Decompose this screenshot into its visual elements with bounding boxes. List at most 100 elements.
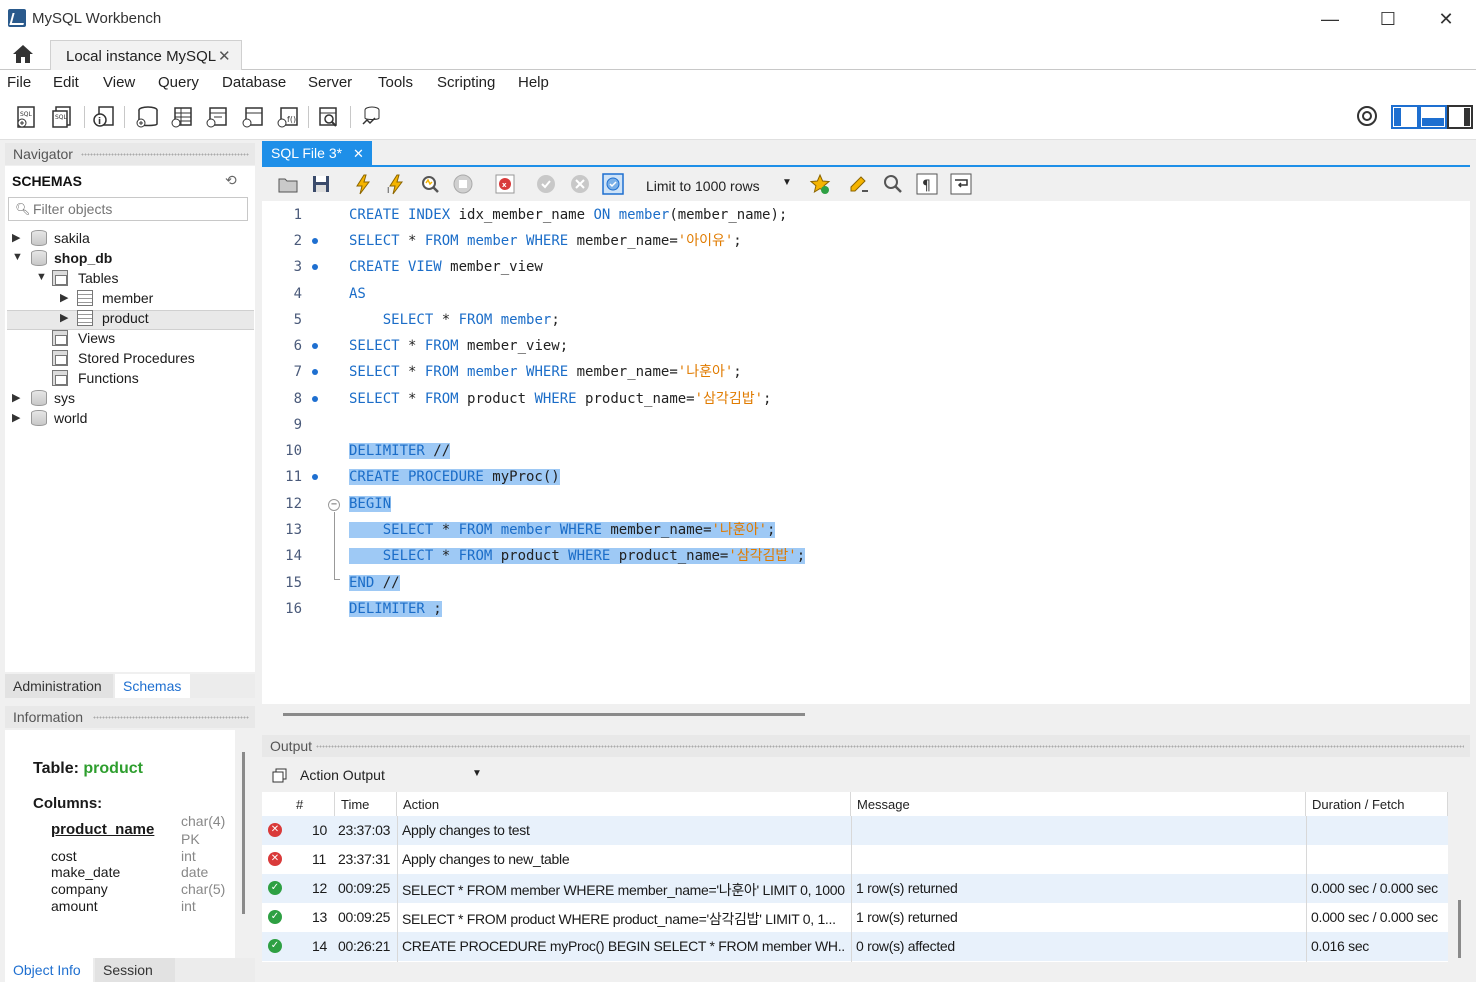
output-type-dropdown[interactable]: Action Output ▼ bbox=[300, 767, 484, 787]
home-button[interactable] bbox=[8, 42, 38, 66]
output-row[interactable]: ✕ 10 23:37:03 Apply changes to test bbox=[262, 816, 1448, 845]
word-wrap-icon[interactable] bbox=[950, 173, 972, 195]
output-row[interactable]: ✕ 11 23:37:31 Apply changes to new_table bbox=[262, 845, 1448, 874]
sql-code-editor[interactable]: 1 2 3 4 5 6 7 8 9 10 11 12 13 14 15 16 −… bbox=[262, 201, 1470, 704]
output-row[interactable]: ✓ 13 00:09:25 SELECT * FROM product WHER… bbox=[262, 903, 1448, 932]
find-icon[interactable] bbox=[882, 173, 904, 195]
column-header-duration[interactable]: Duration / Fetch bbox=[1306, 792, 1448, 816]
toggle-invisible-chars-icon[interactable]: ¶ bbox=[916, 173, 938, 195]
column-header-action[interactable]: Action bbox=[397, 792, 851, 816]
column-header-message[interactable]: Message bbox=[851, 792, 1306, 816]
search-table-data-icon[interactable] bbox=[316, 104, 342, 130]
menu-tools[interactable]: Tools bbox=[378, 74, 413, 91]
expand-arrow-icon[interactable]: ▶ bbox=[12, 391, 24, 404]
toggle-sidebar-icon[interactable] bbox=[1391, 105, 1419, 129]
error-status-icon: ✕ bbox=[268, 852, 282, 866]
main-toolbar: SQL SQL i f() bbox=[0, 96, 1476, 140]
sql-file-tab[interactable]: SQL File 3* ✕ bbox=[262, 141, 372, 166]
output-row[interactable]: ✓ 12 00:09:25 SELECT * FROM member WHERE… bbox=[262, 874, 1448, 903]
row-number: 13 bbox=[312, 909, 327, 925]
expand-arrow-icon[interactable]: ▶ bbox=[60, 291, 72, 304]
toggle-output-panel-icon[interactable] bbox=[1419, 105, 1447, 129]
filter-objects-field[interactable]: 🔍︎ bbox=[8, 197, 248, 221]
code-line: AS bbox=[349, 286, 366, 302]
menu-edit[interactable]: Edit bbox=[53, 74, 79, 91]
information-header: Information bbox=[5, 706, 255, 728]
expand-arrow-icon[interactable]: ▶ bbox=[12, 231, 24, 244]
info-column-type: char(5) bbox=[181, 881, 226, 897]
execute-statement-icon[interactable]: I bbox=[385, 173, 407, 195]
close-window-button[interactable]: ✕ bbox=[1417, 0, 1475, 38]
minimize-button[interactable]: — bbox=[1301, 0, 1359, 38]
new-sql-tab-icon[interactable]: SQL bbox=[14, 104, 40, 130]
explain-icon[interactable] bbox=[419, 173, 441, 195]
menu-file[interactable]: File bbox=[7, 74, 31, 91]
filter-objects-input[interactable] bbox=[33, 200, 243, 218]
create-function-icon[interactable]: f() bbox=[275, 104, 301, 130]
execute-all-icon[interactable] bbox=[352, 173, 374, 195]
column-header-number[interactable]: # bbox=[290, 792, 335, 816]
commit-icon[interactable] bbox=[535, 173, 557, 195]
fold-collapse-icon[interactable]: − bbox=[328, 499, 340, 511]
refresh-schemas-icon[interactable]: ⟲ bbox=[225, 172, 237, 189]
output-row[interactable]: ✓ 14 00:26:21 CREATE PROCEDURE myProc() … bbox=[262, 932, 1448, 961]
tab-schemas[interactable]: Schemas bbox=[115, 674, 190, 698]
menu-database[interactable]: Database bbox=[222, 74, 286, 91]
settings-icon[interactable] bbox=[1355, 104, 1379, 128]
create-schema-icon[interactable] bbox=[134, 104, 160, 130]
open-file-icon[interactable] bbox=[277, 173, 299, 195]
open-sql-script-icon[interactable]: SQL bbox=[50, 104, 76, 130]
column-header-time[interactable]: Time bbox=[335, 792, 397, 816]
create-table-icon[interactable] bbox=[169, 104, 195, 130]
toggle-stop-on-error-icon[interactable]: x bbox=[494, 173, 516, 195]
server-info-icon[interactable]: i bbox=[91, 104, 117, 130]
rollback-icon[interactable] bbox=[569, 173, 591, 195]
information-scrollbar[interactable] bbox=[242, 752, 245, 914]
menu-view[interactable]: View bbox=[103, 74, 135, 91]
menu-scripting[interactable]: Scripting bbox=[437, 74, 495, 91]
tree-item-label: Views bbox=[78, 330, 116, 346]
tab-object-info[interactable]: Object Info bbox=[5, 958, 93, 982]
beautify-icon[interactable] bbox=[848, 173, 870, 195]
row-number: 14 bbox=[312, 938, 327, 954]
output-vertical-scrollbar[interactable] bbox=[1458, 900, 1461, 958]
collapse-arrow-icon[interactable]: ▼ bbox=[36, 271, 48, 283]
menu-query[interactable]: Query bbox=[158, 74, 199, 91]
action-output-grid: # Time Action Message Duration / Fetch ✕… bbox=[262, 792, 1448, 962]
connection-tab[interactable]: Local instance MySQL ✕ bbox=[50, 40, 242, 70]
row-action: Apply changes to new_table bbox=[402, 851, 570, 867]
add-snippet-icon[interactable] bbox=[809, 173, 831, 195]
info-column-type: int bbox=[181, 898, 196, 914]
limit-rows-dropdown[interactable]: Limit to 1000 rows ▼ bbox=[646, 175, 796, 197]
menu-server[interactable]: Server bbox=[308, 74, 352, 91]
toggle-secondary-sidebar-icon[interactable] bbox=[1447, 105, 1473, 129]
menu-help[interactable]: Help bbox=[518, 74, 549, 91]
close-connection-tab-icon[interactable]: ✕ bbox=[218, 47, 231, 65]
create-view-icon[interactable] bbox=[204, 104, 230, 130]
statement-marker-icon bbox=[312, 343, 318, 349]
editor-horizontal-scrollbar[interactable] bbox=[283, 713, 805, 716]
reconnect-icon[interactable] bbox=[358, 104, 384, 130]
close-sql-tab-icon[interactable]: ✕ bbox=[353, 146, 364, 162]
row-action: Apply changes to test bbox=[402, 822, 530, 838]
expand-arrow-icon[interactable]: ▶ bbox=[60, 311, 72, 324]
line-number: 10 bbox=[285, 443, 302, 459]
tree-item-label: Functions bbox=[78, 370, 139, 386]
table-icon bbox=[77, 310, 93, 326]
success-status-icon: ✓ bbox=[268, 910, 282, 924]
tab-session[interactable]: Session bbox=[95, 958, 175, 982]
create-procedure-icon[interactable] bbox=[240, 104, 266, 130]
tab-administration[interactable]: Administration bbox=[5, 674, 113, 698]
toggle-autocommit-icon[interactable] bbox=[602, 173, 624, 195]
row-time: 23:37:31 bbox=[338, 851, 391, 867]
maximize-button[interactable]: ☐ bbox=[1359, 0, 1417, 38]
database-icon bbox=[31, 410, 47, 426]
expand-arrow-icon[interactable]: ▶ bbox=[12, 411, 24, 424]
statement-marker-icon bbox=[312, 396, 318, 402]
copy-output-icon[interactable] bbox=[272, 768, 288, 784]
collapse-arrow-icon[interactable]: ▼ bbox=[12, 251, 24, 263]
info-table-name: product bbox=[83, 760, 143, 777]
stop-query-icon[interactable] bbox=[452, 173, 474, 195]
save-icon[interactable] bbox=[310, 173, 332, 195]
output-header: Output bbox=[262, 735, 1470, 757]
